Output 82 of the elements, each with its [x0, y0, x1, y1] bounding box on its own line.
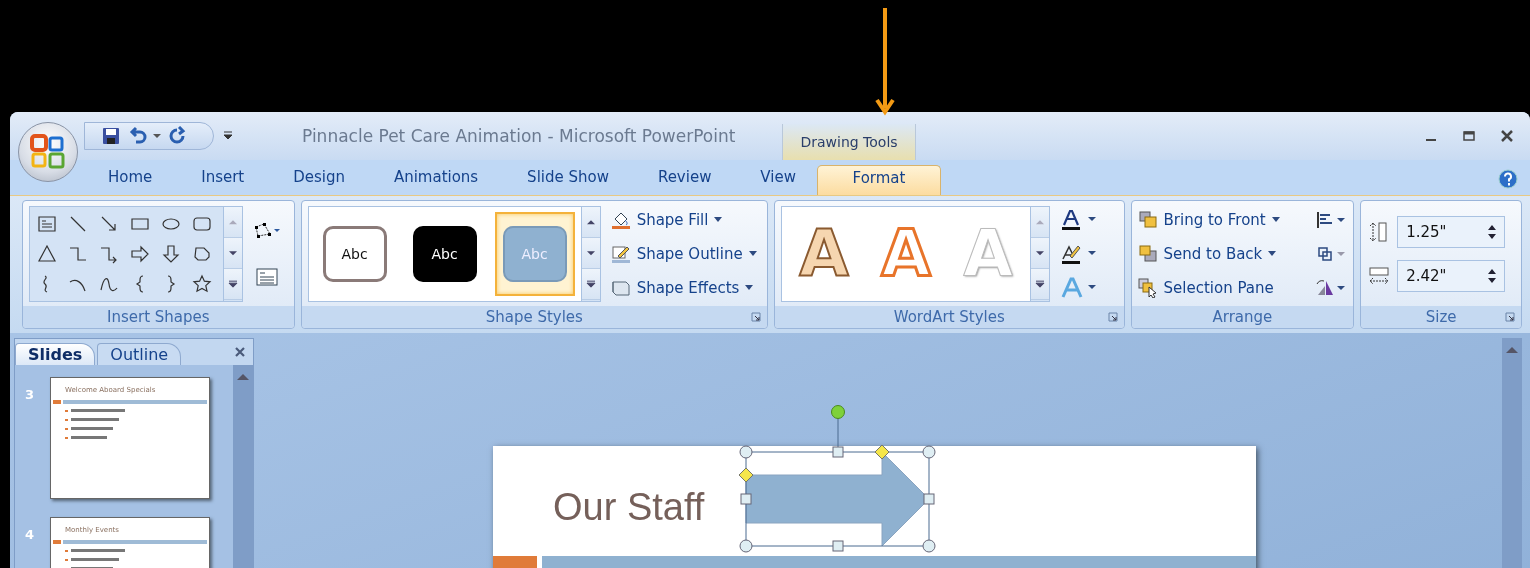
triangle-icon[interactable] — [36, 243, 58, 264]
shape-style-option[interactable]: Abc — [404, 211, 485, 296]
scrollbar[interactable] — [1502, 338, 1522, 568]
wordart-preview: A — [881, 221, 931, 286]
style-preview: Abc — [502, 225, 567, 282]
dialog-launcher-icon[interactable] — [1107, 312, 1118, 322]
help-icon[interactable] — [1498, 169, 1518, 189]
scroll-down-icon[interactable] — [581, 237, 600, 270]
scrollbar[interactable] — [233, 365, 253, 568]
customize-toolbar-icon[interactable] — [224, 131, 232, 141]
ribbon-tab[interactable]: Home — [98, 165, 163, 195]
ribbon-tab[interactable]: Design — [283, 165, 355, 195]
size-field[interactable]: 1.25" — [1397, 215, 1506, 248]
dialog-launcher-icon[interactable] — [751, 312, 761, 322]
group-label: WordArt Styles — [893, 308, 1005, 326]
star-icon[interactable] — [191, 273, 213, 294]
close-icon[interactable] — [235, 347, 245, 357]
shape-format-button[interactable]: Shape Effects — [610, 275, 757, 300]
pane-tab[interactable]: Slides — [15, 343, 96, 365]
ribbon-tab[interactable]: Slide Show — [517, 165, 619, 195]
arrange-button[interactable]: Selection Pane — [1137, 275, 1280, 300]
caret-icon — [1268, 251, 1277, 256]
slide-number: 3 — [25, 387, 35, 402]
ribbon-tab[interactable]: Format — [817, 165, 941, 195]
wordart-preview: A — [799, 221, 849, 286]
caret-icon — [748, 251, 757, 256]
rotate-icon[interactable] — [1315, 277, 1348, 298]
ribbon-tab[interactable]: Animations — [383, 165, 489, 195]
pane-tab[interactable]: Outline — [97, 343, 182, 365]
dialog-launcher-icon[interactable] — [1505, 312, 1515, 322]
thumbnail-accent-block — [53, 540, 62, 544]
scroll-down-icon[interactable] — [1031, 237, 1049, 270]
office-logo-icon — [28, 132, 68, 172]
group-label: Arrange — [1212, 308, 1273, 326]
caret-icon — [1271, 217, 1280, 222]
align-icon[interactable] — [1315, 209, 1348, 230]
caret-icon — [745, 285, 754, 290]
ribbon-tab[interactable]: Insert — [191, 165, 255, 195]
group-label: Insert Shapes — [107, 308, 210, 326]
size-field[interactable]: 2.42" — [1397, 259, 1506, 292]
style-preview: Abc — [412, 225, 477, 282]
slide-title: Our Staff — [553, 486, 705, 529]
style-preview: Abc — [322, 225, 387, 282]
window-title: Pinnacle Pet Care Animation - Microsoft PowerPoint — [302, 126, 737, 146]
maximize-icon[interactable] — [1462, 129, 1476, 143]
ribbon-tab[interactable]: View — [750, 165, 806, 195]
caret-icon — [714, 217, 723, 222]
slide-number: 4 — [25, 527, 35, 542]
pencil-icon — [610, 243, 631, 264]
expand-gallery-icon[interactable] — [1031, 269, 1049, 301]
text-box-icon[interactable] — [253, 266, 281, 287]
shape-format-button[interactable]: Shape Outline — [610, 241, 757, 266]
spinner-icon[interactable] — [1488, 267, 1497, 284]
selected-arrow-shape[interactable] — [739, 404, 937, 553]
close-icon[interactable] — [1500, 129, 1514, 143]
bring-forward-icon — [1137, 209, 1158, 230]
text-box-icon[interactable] — [36, 213, 58, 234]
thumbnail-accent-block — [53, 400, 62, 404]
undo-icon[interactable] — [127, 126, 147, 146]
scroll-down-icon[interactable] — [224, 237, 242, 270]
expand-gallery-icon[interactable] — [224, 269, 242, 301]
arrange-button[interactable]: Bring to Front — [1137, 207, 1280, 232]
group-label: Size — [1425, 308, 1457, 326]
arrange-button[interactable]: Send to Back — [1137, 241, 1280, 266]
caret-icon[interactable] — [153, 133, 161, 139]
wordart-preview: A — [963, 221, 1013, 286]
group-label: Shape Styles — [485, 308, 583, 326]
shape-style-option[interactable]: Abc — [314, 211, 395, 296]
save-icon[interactable] — [101, 126, 121, 146]
scroll-up-icon[interactable] — [1506, 346, 1518, 354]
right-arrow-icon[interactable] — [129, 243, 151, 264]
send-backward-icon — [1137, 243, 1158, 264]
scroll-up-icon[interactable] — [237, 373, 249, 381]
selection-pane-icon — [1137, 277, 1158, 298]
edit-shape-icon[interactable] — [253, 220, 281, 241]
down-arrow-icon[interactable] — [160, 243, 182, 264]
expand-gallery-icon[interactable] — [581, 269, 600, 301]
spinner-icon[interactable] — [1488, 223, 1497, 240]
contextual-tab-group-label: Drawing Tools — [782, 124, 916, 160]
shape-format-button[interactable]: Shape Fill — [610, 207, 757, 232]
redo-icon[interactable] — [167, 126, 187, 146]
ribbon-tab[interactable]: Review — [647, 165, 722, 195]
